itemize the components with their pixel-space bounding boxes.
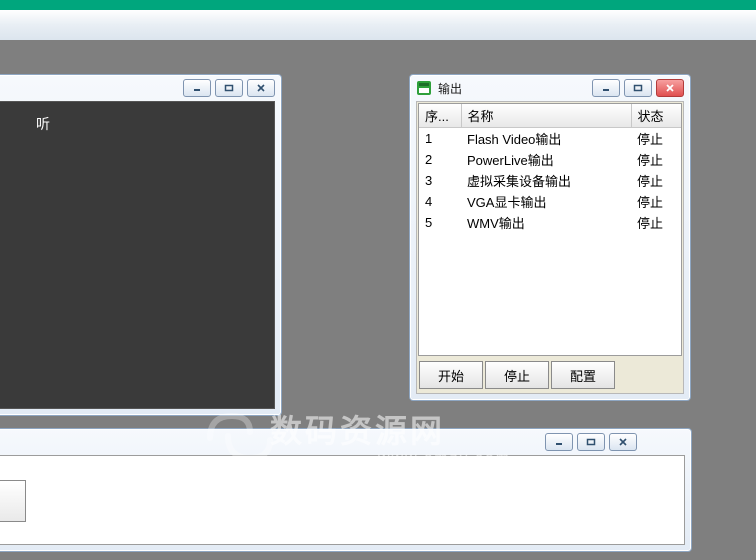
output-window-title: 输出 — [438, 80, 586, 97]
output-table-wrap: 序... 名称 状态 1Flash Video输出停止2PowerLive输出停… — [418, 103, 682, 356]
table-row[interactable]: 5WMV输出停止 — [419, 212, 681, 233]
preview-window-body: 听 — [0, 101, 275, 409]
output-table: 序... 名称 状态 1Flash Video输出停止2PowerLive输出停… — [419, 104, 681, 233]
cell-seq: 3 — [419, 170, 461, 191]
cell-seq: 5 — [419, 212, 461, 233]
cell-name: VGA显卡输出 — [461, 191, 631, 212]
table-row[interactable]: 1Flash Video输出停止 — [419, 128, 681, 150]
bottom-bar-body: 彩条 — [0, 455, 685, 545]
col-seq[interactable]: 序... — [419, 104, 461, 128]
color-bars-button[interactable]: 彩条 — [0, 480, 26, 522]
cell-name: 虚拟采集设备输出 — [461, 170, 631, 191]
preview-label: 听 — [36, 114, 50, 134]
cell-status: 停止 — [631, 149, 681, 170]
preview-maximize-button[interactable] — [215, 79, 243, 97]
preview-minimize-button[interactable] — [183, 79, 211, 97]
cell-name: PowerLive输出 — [461, 149, 631, 170]
bottom-bar-window: 彩条 — [0, 428, 692, 552]
cell-status: 停止 — [631, 128, 681, 150]
preview-window-titlebar[interactable] — [0, 75, 281, 101]
bottom-maximize-button[interactable] — [577, 433, 605, 451]
app-header-bar — [0, 10, 756, 41]
table-row[interactable]: 2PowerLive输出停止 — [419, 149, 681, 170]
config-button[interactable]: 配置 — [551, 361, 615, 389]
cell-status: 停止 — [631, 212, 681, 233]
output-window-titlebar[interactable]: 输出 — [410, 75, 690, 101]
cell-status: 停止 — [631, 170, 681, 191]
cell-seq: 2 — [419, 149, 461, 170]
start-button[interactable]: 开始 — [419, 361, 483, 389]
cell-name: Flash Video输出 — [461, 128, 631, 150]
bottom-minimize-button[interactable] — [545, 433, 573, 451]
cell-name: WMV输出 — [461, 212, 631, 233]
stop-button[interactable]: 停止 — [485, 361, 549, 389]
output-window: 输出 序... 名称 状态 — [409, 74, 691, 401]
bottom-close-button[interactable] — [609, 433, 637, 451]
output-close-button[interactable] — [656, 79, 684, 97]
preview-close-button[interactable] — [247, 79, 275, 97]
table-row[interactable]: 3虚拟采集设备输出停止 — [419, 170, 681, 191]
output-window-body: 序... 名称 状态 1Flash Video输出停止2PowerLive输出停… — [416, 101, 684, 394]
app-accent-strip — [0, 0, 756, 10]
output-button-row: 开始 停止 配置 — [417, 357, 683, 393]
col-status[interactable]: 状态 — [631, 104, 681, 128]
cell-status: 停止 — [631, 191, 681, 212]
col-name[interactable]: 名称 — [461, 104, 631, 128]
table-row[interactable]: 4VGA显卡输出停止 — [419, 191, 681, 212]
cell-seq: 1 — [419, 128, 461, 150]
output-maximize-button[interactable] — [624, 79, 652, 97]
output-minimize-button[interactable] — [592, 79, 620, 97]
cell-seq: 4 — [419, 191, 461, 212]
bottom-bar-titlebar[interactable] — [0, 429, 691, 455]
preview-window: 听 — [0, 74, 282, 416]
output-window-icon — [416, 80, 432, 96]
